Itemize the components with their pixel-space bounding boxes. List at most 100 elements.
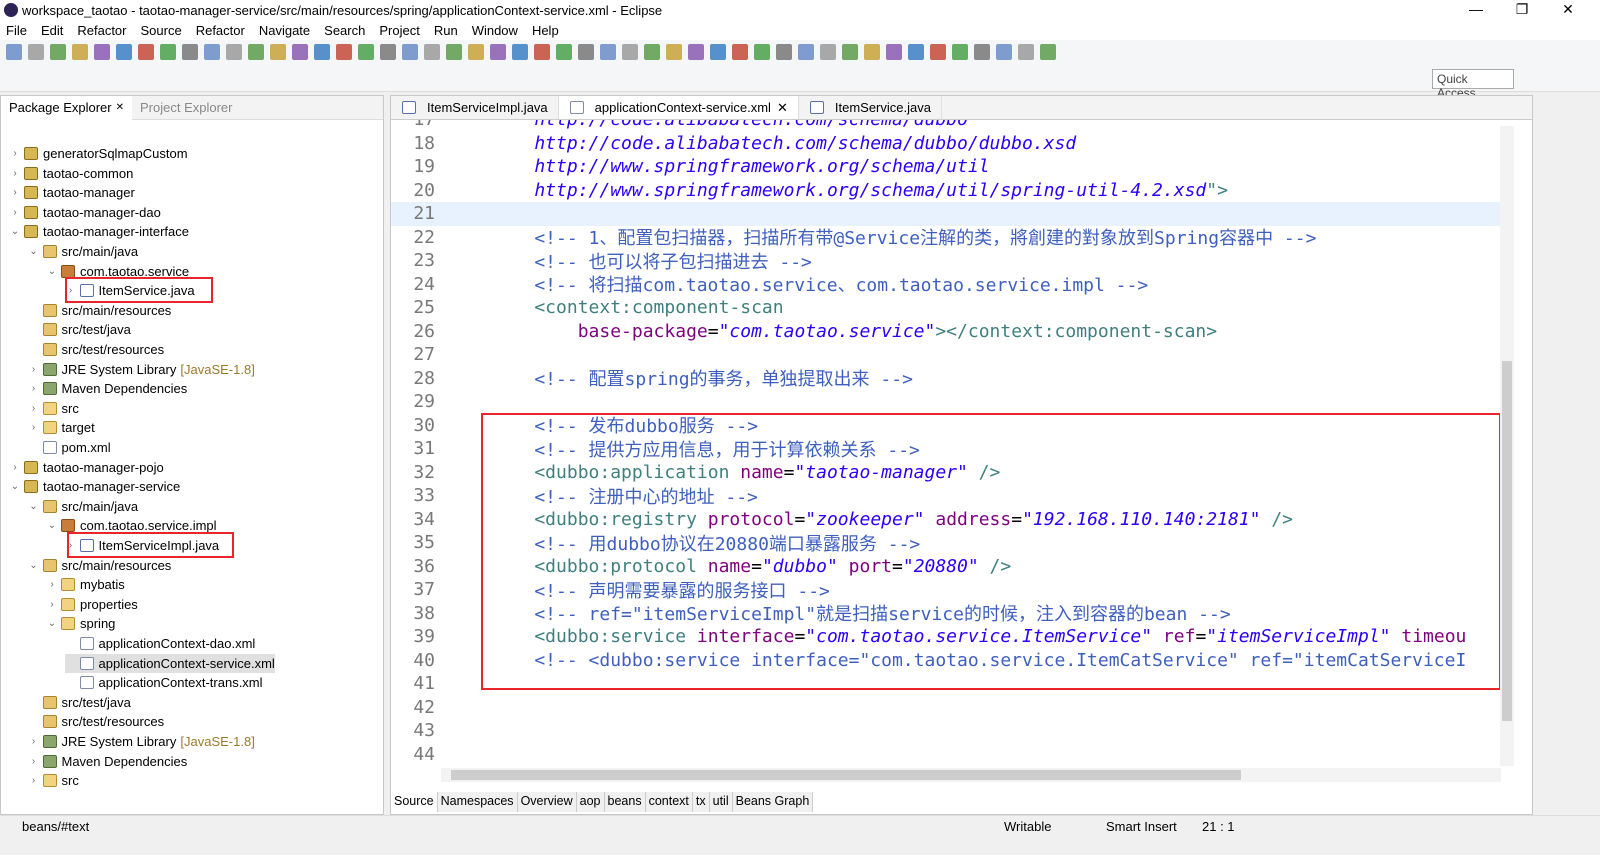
collapsed-arrow-icon[interactable]: › bbox=[9, 207, 21, 218]
code-line[interactable]: 44 bbox=[391, 743, 1501, 767]
scroll-thumb[interactable] bbox=[451, 770, 1241, 780]
toolbar-icon[interactable] bbox=[468, 44, 484, 60]
toolbar-icon[interactable] bbox=[842, 44, 858, 60]
code-line[interactable]: 42 bbox=[391, 696, 1501, 720]
toolbar-icon[interactable] bbox=[534, 44, 550, 60]
collapsed-arrow-icon[interactable]: › bbox=[28, 383, 40, 394]
tree-item[interactable]: applicationContext-trans.xml bbox=[65, 673, 263, 692]
toolbar-icon[interactable] bbox=[72, 44, 88, 60]
tree-item[interactable]: › Maven Dependencies bbox=[28, 752, 187, 771]
toolbar-icon[interactable] bbox=[358, 44, 374, 60]
tree-item[interactable]: › src bbox=[28, 771, 79, 790]
code-line[interactable]: 27 bbox=[391, 343, 1501, 367]
collapsed-arrow-icon[interactable]: › bbox=[28, 422, 40, 433]
collapsed-arrow-icon[interactable]: › bbox=[9, 187, 21, 198]
toolbar-icon[interactable] bbox=[820, 44, 836, 60]
code-line[interactable]: 19 http://www.springframework.org/schema… bbox=[391, 155, 1501, 179]
menu-edit[interactable]: Edit bbox=[41, 23, 63, 38]
code-line[interactable]: 21 bbox=[391, 202, 1501, 226]
collapsed-arrow-icon[interactable]: › bbox=[9, 462, 21, 473]
close-icon[interactable]: ✕ bbox=[777, 100, 788, 116]
tree-item[interactable]: › properties bbox=[46, 595, 137, 614]
expanded-arrow-icon[interactable]: ⌄ bbox=[46, 618, 58, 629]
menu-refactor[interactable]: Refactor bbox=[77, 23, 126, 38]
expanded-arrow-icon[interactable]: ⌄ bbox=[9, 226, 21, 237]
expanded-arrow-icon[interactable]: ⌄ bbox=[9, 481, 21, 492]
collapsed-arrow-icon[interactable]: › bbox=[28, 736, 40, 747]
tree-item[interactable]: › taotao-manager-dao bbox=[9, 203, 160, 222]
code-line[interactable]: 23 <!-- 也可以将子包扫描进去 --> bbox=[391, 249, 1501, 273]
toolbar-icon[interactable] bbox=[204, 44, 220, 60]
tab-package-explorer[interactable]: Package Explorer ✕ bbox=[1, 95, 133, 120]
toolbar-icon[interactable] bbox=[974, 44, 990, 60]
toolbar-icon[interactable] bbox=[160, 44, 176, 60]
vertical-scrollbar[interactable] bbox=[1500, 126, 1514, 766]
collapsed-arrow-icon[interactable]: › bbox=[28, 756, 40, 767]
toolbar-icon[interactable] bbox=[28, 44, 44, 60]
page-tab-context[interactable]: context bbox=[645, 792, 693, 812]
tab-project-explorer[interactable]: Project Explorer bbox=[132, 96, 240, 120]
close-button[interactable]: ✕ bbox=[1545, 0, 1591, 20]
close-icon[interactable]: ✕ bbox=[116, 102, 124, 113]
page-tab-namespaces[interactable]: Namespaces bbox=[437, 792, 518, 812]
expanded-arrow-icon[interactable]: ⌄ bbox=[46, 520, 58, 531]
page-tab-aop[interactable]: aop bbox=[576, 792, 605, 812]
tree-item[interactable]: › taotao-manager bbox=[9, 183, 134, 202]
code-line[interactable]: 22 <!-- 1、配置包扫描器，扫描所有带@Service注解的类，將創建的對… bbox=[391, 226, 1501, 250]
toolbar-icon[interactable] bbox=[446, 44, 462, 60]
code-line[interactable]: 18 http://code.alibabatech.com/schema/du… bbox=[391, 132, 1501, 156]
tree-item[interactable]: › taotao-common bbox=[9, 164, 133, 183]
toolbar-icon[interactable] bbox=[116, 44, 132, 60]
tree-item[interactable]: › target bbox=[28, 418, 95, 437]
toolbar-icon[interactable] bbox=[600, 44, 616, 60]
toolbar-icon[interactable] bbox=[952, 44, 968, 60]
toolbar-icon[interactable] bbox=[908, 44, 924, 60]
tree-item[interactable]: ⌄ src/main/resources bbox=[28, 556, 171, 575]
minimize-button[interactable]: — bbox=[1453, 0, 1499, 20]
page-tab-beans[interactable]: beans bbox=[604, 792, 646, 812]
toolbar-icon[interactable] bbox=[1018, 44, 1034, 60]
toolbar-icon[interactable] bbox=[1040, 44, 1056, 60]
page-tab-beans-graph[interactable]: Beans Graph bbox=[732, 792, 814, 812]
toolbar-icon[interactable] bbox=[336, 44, 352, 60]
tree-item[interactable]: src/test/java bbox=[28, 693, 131, 712]
code-line[interactable]: 28 <!-- 配置spring的事务，单独提取出来 --> bbox=[391, 367, 1501, 391]
toolbar-icon[interactable] bbox=[886, 44, 902, 60]
code-line[interactable]: 26 base-package="com.taotao.service"></c… bbox=[391, 320, 1501, 344]
toolbar-icon[interactable] bbox=[864, 44, 880, 60]
tree-item[interactable]: src/main/resources bbox=[28, 301, 171, 320]
scroll-thumb[interactable] bbox=[1502, 361, 1512, 721]
tree-item[interactable]: src/test/resources bbox=[28, 340, 164, 359]
page-tab-tx[interactable]: tx bbox=[692, 792, 710, 812]
code-line[interactable]: 17 http://code.alibabatech.com/schema/du… bbox=[391, 120, 1501, 132]
tree-item[interactable]: ⌄ src/main/java bbox=[28, 242, 138, 261]
toolbar-icon[interactable] bbox=[182, 44, 198, 60]
toolbar-icon[interactable] bbox=[226, 44, 242, 60]
tree-item[interactable]: ⌄ spring bbox=[46, 614, 116, 633]
toolbar-icon[interactable] bbox=[314, 44, 330, 60]
menu-refactor[interactable]: Refactor bbox=[196, 23, 245, 38]
tree-item[interactable]: src/test/java bbox=[28, 320, 131, 339]
tree-item[interactable]: › JRE System Library [JavaSE-1.8] bbox=[28, 360, 255, 379]
toolbar-icon[interactable] bbox=[732, 44, 748, 60]
tree-item[interactable]: › taotao-manager-pojo bbox=[9, 458, 163, 477]
code-line[interactable]: 43 bbox=[391, 719, 1501, 743]
menu-file[interactable]: File bbox=[6, 23, 27, 38]
collapsed-arrow-icon[interactable]: › bbox=[9, 168, 21, 179]
menu-search[interactable]: Search bbox=[324, 23, 365, 38]
toolbar-icon[interactable] bbox=[50, 44, 66, 60]
editor-tab[interactable]: applicationContext-service.xml ✕ bbox=[558, 96, 799, 119]
toolbar-icon[interactable] bbox=[138, 44, 154, 60]
tree-item[interactable]: src/test/resources bbox=[28, 712, 164, 731]
toolbar-icon[interactable] bbox=[688, 44, 704, 60]
toolbar-icon[interactable] bbox=[578, 44, 594, 60]
toolbar-icon[interactable] bbox=[996, 44, 1012, 60]
menu-source[interactable]: Source bbox=[141, 23, 182, 38]
collapsed-arrow-icon[interactable]: › bbox=[46, 599, 58, 610]
toolbar-icon[interactable] bbox=[556, 44, 572, 60]
tree-item[interactable]: ⌄ taotao-manager-interface bbox=[9, 222, 189, 241]
menu-project[interactable]: Project bbox=[379, 23, 419, 38]
editor-tab[interactable]: ItemServiceImpl.java bbox=[391, 96, 559, 119]
collapsed-arrow-icon[interactable]: › bbox=[28, 364, 40, 375]
horizontal-scrollbar[interactable] bbox=[441, 768, 1501, 782]
